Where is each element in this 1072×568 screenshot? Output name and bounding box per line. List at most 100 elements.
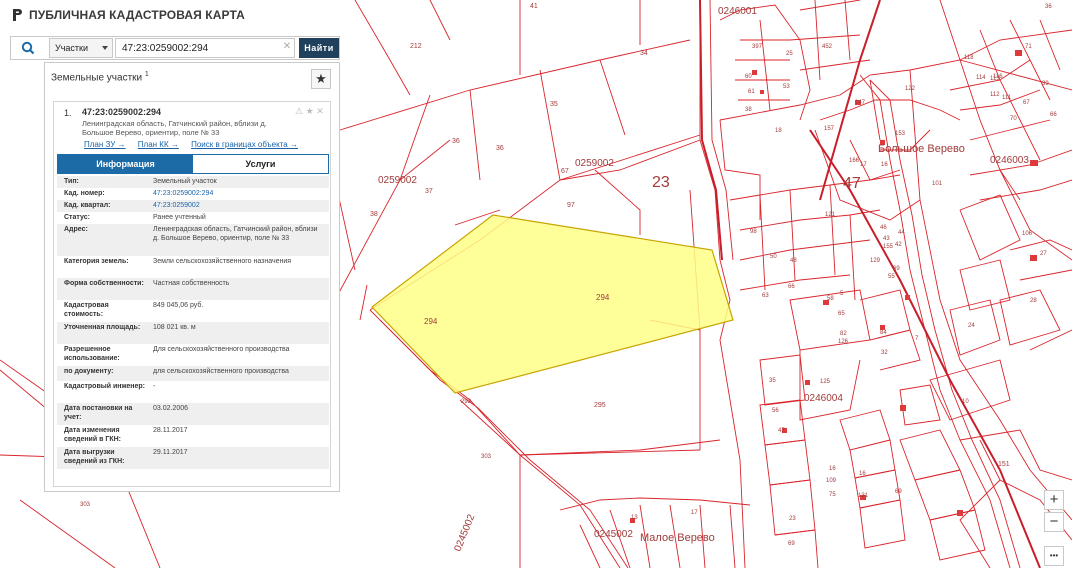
clear-icon[interactable]: ✕ [282,42,292,52]
parcel-number-label: 71 [1025,44,1032,50]
parcel-number-label: 58 [827,296,834,302]
parcel-number-label: 53 [783,84,790,90]
attribute-row: Форма собственности: Частная собственност… [57,278,329,300]
attribute-value[interactable]: 47:23:0259002 [153,202,325,211]
parcel-number-label: 38 [745,107,752,113]
favorite-button[interactable]: ★ [311,69,331,89]
selected-parcel-label: 294 [596,293,610,302]
attribute-value: Земли сельскохозяйственного назначения [153,258,292,265]
panel-title: Земельные участки 1 [51,71,149,83]
attribute-key: Кад. квартал: [64,202,111,209]
warning-icon[interactable]: ⚠ [295,106,303,116]
parcel-number-label: 46 [880,225,887,231]
attribute-value: 03.02.2006 [153,405,189,412]
search-in-bounds-link[interactable]: Поиск в границах объекта → [191,140,298,149]
quarter-label: 0246004 [804,393,843,404]
parcel-number-label: 151 [998,461,1010,468]
parcel-number-label: 69 [788,541,795,547]
logo-icon [13,9,22,21]
search-input[interactable] [115,38,295,58]
place-name: Малое Верево [640,532,715,544]
parcel-number-label: 112 [990,92,1000,98]
attribute-value: Частная собственность [153,280,230,287]
parcel-card: 1. 47:23:0259002:294 ⚠ ★ ✕ Ленинградская… [53,101,331,487]
attribute-value: Ленинградская область, Гатчинский район,… [153,226,318,242]
parcel-number-label: 60 [745,74,752,80]
attribute-value: 29.11.2017 [153,449,188,456]
parcel-number-label: 36 [496,145,504,152]
search-button[interactable]: Найти [299,38,339,58]
parcel-number-label: 41 [530,3,538,10]
card-links: План ЗУ → План КК → Поиск в границах объ… [84,140,334,149]
parcel-number-label: 18 [775,128,782,134]
zoom-in-button[interactable]: + [1044,490,1064,510]
parcel-number-label: 295 [594,402,606,409]
attribute-value: Для сельскохозяйственного производства [153,346,290,353]
parcel-number-label: 157 [824,126,835,132]
parcel-number-label: 397 [752,44,763,50]
attribute-row: по документу: для сельскохозяйственного п… [57,366,329,381]
parcel-number: 47:23:0259002:294 [82,107,162,117]
parcel-number-label: 303 [481,454,492,460]
attribute-row: Кад. номер: 47:23:0259002:294 [57,188,329,200]
more-button[interactable]: ••• [1044,546,1064,566]
zoom-out-button[interactable]: − [1044,512,1064,532]
attribute-row: Кадастровый инженер: - [57,381,329,403]
quarter-label: 0259002 [575,158,614,169]
parcel-number-label: 69 [895,489,902,495]
parcel-number-label: 56 [772,408,779,414]
parcel-number-label: 36 [1045,4,1052,10]
attribute-key: Кад. номер: [64,190,105,197]
parcel-number-label: 28 [1030,298,1037,304]
parcel-number-label: 47 [778,428,785,434]
parcel-number-label: 126 [838,339,849,345]
plan-zu-link[interactable]: План ЗУ → [84,140,126,149]
parcel-number-label: 48 [790,258,797,264]
parcel-number-label: 75 [829,492,836,498]
attribute-value: Ранее учтенный [153,214,206,221]
parcel-number-label: 118 [964,55,974,61]
attribute-value: для сельскохозяйственного производства [153,368,289,375]
attribute-value[interactable]: 47:23:0259002:294 [153,190,325,199]
tab-info[interactable]: Информация [58,155,193,173]
parcel-number-label: 61 [748,89,755,95]
attribute-key: Дата изменения сведений в ГКН: [64,427,121,443]
parcel-number-label: 5 [840,291,844,297]
parcel-number-label: 129 [870,258,881,264]
quarter-label: 0245002 [453,513,478,554]
place-name: Большое Верево [878,143,965,155]
attribute-key: Форма собственности: [64,280,144,287]
close-icon[interactable]: ✕ [316,106,324,116]
parcel-number-label: 153 [895,131,906,137]
plan-kk-link[interactable]: План КК → [138,140,179,149]
parcel-number-label: 16 [829,466,836,472]
attribute-row: Кад. квартал: 47:23:0259002 [57,200,329,212]
search-icon[interactable] [16,40,44,56]
parcel-number-label: 66 [788,284,795,290]
attribute-row: Разрешенное использование: Для сельскохоз… [57,344,329,366]
attribute-row: Дата изменения сведений в ГКН: 28.11.2017 [57,425,329,447]
parcel-number-label: 39 [1042,81,1049,87]
parcel-number-label: 155 [883,244,894,250]
card-index: 1. [64,108,72,118]
parcel-number-label: 67 [1023,100,1030,106]
parcel-number-label: 106 [1022,231,1033,237]
parcel-number-label: 37 [425,188,433,195]
parcel-number-label: 17 [691,510,698,516]
attribute-value: 108 021 кв. м [153,324,196,331]
chevron-down-icon [102,46,108,50]
tab-services[interactable]: Услуги [193,155,328,173]
parcel-number-label: 24 [968,323,975,329]
attribute-key: Статус: [64,214,90,221]
attribute-key: Категория земель: [64,258,129,265]
search-type-select[interactable]: Участки [49,38,113,58]
parcel-number-label: 43 [883,236,890,242]
attribute-row: Уточненная площадь: 108 021 кв. м [57,322,329,344]
parcel-number-label: 25 [786,51,793,57]
star-icon[interactable]: ★ [306,106,314,116]
attribute-row: Тип: Земельный участок [57,176,329,188]
quarter-label: 0246001 [718,6,757,17]
parcel-number-label: 122 [905,86,916,92]
parcel-number-label: 7 [915,336,919,342]
parcel-number-label: 55 [888,274,895,280]
